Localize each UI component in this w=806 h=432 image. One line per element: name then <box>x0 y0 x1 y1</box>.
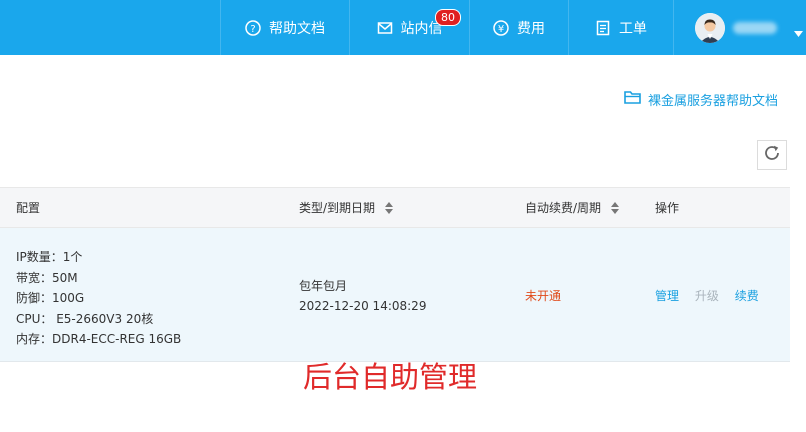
mail-icon <box>377 20 393 36</box>
spec-ip-count: IP数量：1个 <box>16 250 83 264</box>
refresh-icon <box>763 144 781 166</box>
header-auto-renew[interactable]: 自动续费/周期 <box>525 188 620 227</box>
table-row: IP数量：1个 带宽：50M 防御：100G CPU： E5-2660V3 20… <box>0 228 790 362</box>
nav-fees-label: 费用 <box>517 20 545 37</box>
row-actions: 管理 升级 续费 <box>655 287 771 304</box>
upgrade-link[interactable]: 升级 <box>695 289 719 303</box>
auto-renew-status: 未开通 <box>525 289 562 303</box>
table-header: 配置 类型/到期日期 自动续费/周期 操作 <box>0 187 790 228</box>
top-navbar: ? 帮助文档 站内信 80 ¥ 费用 工单 <box>0 0 806 55</box>
nav-messages[interactable]: 站内信 80 <box>349 0 469 55</box>
document-icon <box>595 20 611 36</box>
spec-defense: 防御：100G <box>16 291 85 305</box>
expiry-date: 2022-12-20 14:08:29 <box>299 299 427 313</box>
refresh-button[interactable] <box>757 140 787 170</box>
username-redacted <box>733 21 777 34</box>
spec-memory: 内存：DDR4-ECC-REG 16GB <box>16 332 182 346</box>
svg-text:?: ? <box>250 24 255 35</box>
nav-help-docs[interactable]: ? 帮助文档 <box>220 0 349 55</box>
header-type-expiry-label: 类型/到期日期 <box>299 201 376 215</box>
spec-bandwidth: 带宽：50M <box>16 270 78 285</box>
manage-link[interactable]: 管理 <box>655 289 679 303</box>
renew-link[interactable]: 续费 <box>735 289 759 303</box>
header-actions: 操作 <box>655 201 680 215</box>
question-circle-icon: ? <box>245 19 261 36</box>
chevron-down-icon <box>794 25 803 41</box>
svg-text:¥: ¥ <box>498 24 504 35</box>
billing-type: 包年包月 <box>299 279 348 293</box>
avatar <box>695 12 725 43</box>
header-type-expiry[interactable]: 类型/到期日期 <box>299 188 394 227</box>
header-auto-renew-label: 自动续费/周期 <box>525 201 602 215</box>
sort-icon[interactable] <box>385 201 394 214</box>
bare-metal-help-link[interactable]: 裸金属服务器帮助文档 <box>624 90 779 109</box>
unread-badge: 80 <box>435 9 461 26</box>
nav-fees[interactable]: ¥ 费用 <box>469 0 568 55</box>
server-spec: IP数量：1个 带宽：50M 防御：100G CPU： E5-2660V3 20… <box>16 247 181 350</box>
folder-icon <box>624 90 641 108</box>
nav-tickets[interactable]: 工单 <box>568 0 673 55</box>
bare-metal-help-label: 裸金属服务器帮助文档 <box>648 93 779 109</box>
header-config: 配置 <box>16 201 41 215</box>
nav-help-label: 帮助文档 <box>269 20 325 37</box>
nav-tickets-label: 工单 <box>619 20 647 37</box>
self-service-caption: 后台自助管理 <box>303 360 478 394</box>
spec-cpu: CPU： E5-2660V3 20核 <box>16 311 154 326</box>
sort-icon[interactable] <box>611 201 620 214</box>
type-expiry-cell: 包年包月 2022-12-20 14:08:29 <box>299 276 426 316</box>
yen-circle-icon: ¥ <box>493 19 509 36</box>
user-menu[interactable] <box>673 0 806 55</box>
